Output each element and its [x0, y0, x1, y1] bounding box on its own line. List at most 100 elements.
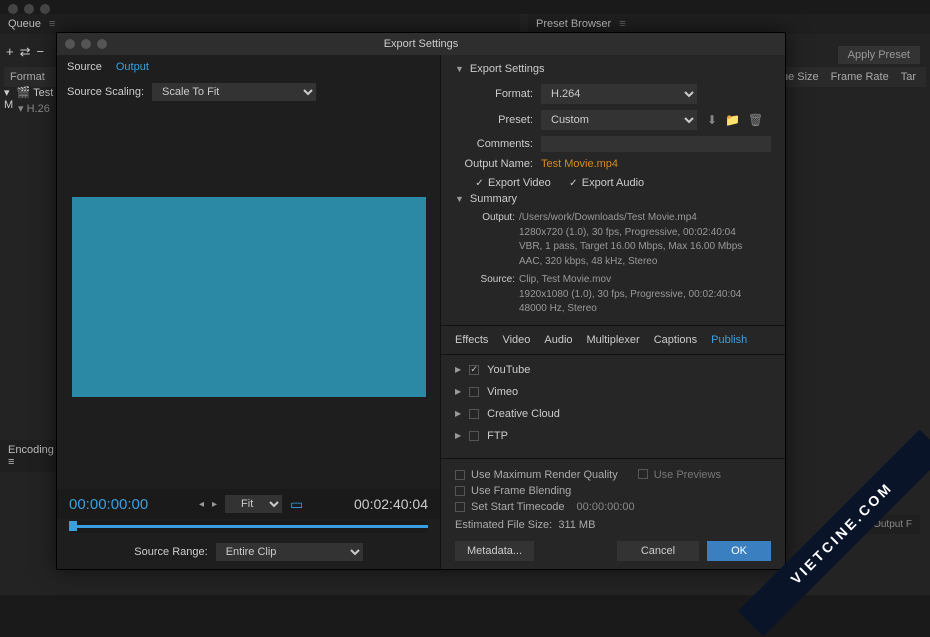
add-output-icon[interactable]: ⇄: [20, 44, 31, 60]
publish-vimeo[interactable]: ▶ Vimeo: [455, 381, 771, 403]
metadata-button[interactable]: Metadata...: [455, 541, 534, 561]
export-settings-header[interactable]: ▼ Export Settings: [455, 63, 771, 81]
remove-icon[interactable]: −: [37, 44, 45, 60]
apply-preset-button[interactable]: Apply Preset: [838, 46, 920, 64]
source-range-select[interactable]: Entire Clip: [216, 543, 363, 561]
queue-panel-header: Queue ≡: [0, 14, 520, 34]
export-video-checkbox[interactable]: ✓Export Video: [475, 177, 551, 189]
checkbox[interactable]: [469, 409, 479, 419]
export-video-label: Export Video: [488, 177, 551, 189]
comments-input[interactable]: [541, 136, 771, 152]
source-scaling-select[interactable]: Scale To Fit: [152, 83, 316, 101]
disclosure-icon: ▶: [455, 387, 461, 396]
estimated-size-label: Estimated File Size:: [455, 519, 552, 531]
prev-frame-icon[interactable]: ◂: [199, 499, 204, 510]
publish-ftp[interactable]: ▶ FTP: [455, 425, 771, 447]
preset-select[interactable]: Custom: [541, 110, 697, 130]
dialog-title: Export Settings: [384, 38, 459, 50]
col-frame-rate: Frame Rate: [831, 71, 889, 83]
estimated-size-value: 311 MB: [558, 519, 595, 531]
disclosure-icon: ▼: [455, 194, 464, 204]
menu-icon[interactable]: ≡: [49, 18, 55, 30]
source-range-label: Source Range:: [134, 546, 207, 558]
publish-label: FTP: [487, 430, 508, 442]
dialog-titlebar: Export Settings: [57, 33, 785, 55]
tab-publish[interactable]: Publish: [711, 334, 747, 346]
dialog-footer: Use Maximum Render Quality Use Previews …: [441, 458, 785, 569]
preset-browser-header: Preset Browser ≡: [528, 14, 930, 34]
summary-source-clip: Clip, Test Movie.mov: [519, 274, 611, 285]
output-file-column: Output F: [865, 515, 920, 534]
tab-source[interactable]: Source: [67, 61, 102, 73]
crop-icon[interactable]: ▭: [290, 496, 303, 513]
disclosure-icon: ▶: [455, 409, 461, 418]
window-controls: [8, 4, 50, 14]
queue-title: Queue: [8, 18, 41, 30]
publish-youtube[interactable]: ▶✓YouTube: [455, 359, 771, 381]
export-audio-checkbox[interactable]: ✓Export Audio: [569, 177, 644, 189]
summary-source-label: Source:: [475, 273, 515, 288]
max-render-checkbox[interactable]: [455, 470, 465, 480]
queue-output-row[interactable]: ▾ H.26: [18, 102, 60, 115]
out-timecode: 00:02:40:04: [354, 496, 428, 512]
publish-creative-cloud[interactable]: ▶Creative Cloud: [455, 403, 771, 425]
delete-preset-icon[interactable]: 🗑: [748, 113, 763, 127]
timeline[interactable]: [69, 521, 428, 533]
tab-audio[interactable]: Audio: [544, 334, 572, 346]
publish-list: ▶✓YouTube ▶Vimeo ▶Creative Cloud ▶FTP: [441, 355, 785, 459]
save-preset-icon[interactable]: ⬇: [707, 113, 717, 127]
in-timecode[interactable]: 00:00:00:00: [69, 496, 148, 513]
col-target: Tar: [901, 71, 916, 83]
comments-label: Comments:: [455, 138, 533, 150]
checkbox[interactable]: ✓: [469, 365, 479, 375]
timecode-row: 00:00:00:00 ◂ ▸ Fit ▭ 00:02:40:04: [57, 489, 440, 519]
use-previews-label: Use Previews: [654, 469, 721, 481]
disclosure-icon: ▶: [455, 431, 461, 440]
source-scaling-row: Source Scaling: Scale To Fit: [57, 79, 440, 105]
export-settings-dialog: Export Settings Source Output Source Sca…: [56, 32, 786, 570]
tab-output[interactable]: Output: [116, 61, 149, 73]
summary-output-video: 1280x720 (1.0), 30 fps, Progressive, 00:…: [519, 227, 736, 238]
output-dropdown-icon[interactable]: ▾: [18, 103, 24, 115]
disclosure-icon[interactable]: ▾: [4, 87, 10, 99]
tab-multiplexer[interactable]: Multiplexer: [587, 334, 640, 346]
next-frame-icon[interactable]: ▸: [212, 499, 217, 510]
checkbox[interactable]: [469, 387, 479, 397]
start-timecode-checkbox[interactable]: [455, 502, 465, 512]
tab-effects[interactable]: Effects: [455, 334, 488, 346]
publish-label: Vimeo: [487, 386, 518, 398]
dialog-window-controls[interactable]: [65, 39, 107, 49]
max-render-label: Use Maximum Render Quality: [471, 469, 618, 481]
preview-tabs: Source Output: [57, 55, 440, 79]
tab-video[interactable]: Video: [502, 334, 530, 346]
export-audio-label: Export Audio: [582, 177, 644, 189]
summary-header[interactable]: ▼ Summary: [455, 193, 771, 211]
playhead-icon[interactable]: [69, 521, 77, 531]
start-timecode-value[interactable]: 00:00:00:00: [577, 501, 635, 513]
menu-icon[interactable]: ≡: [8, 456, 14, 468]
settings-tabs: Effects Video Audio Multiplexer Captions…: [441, 325, 785, 355]
add-source-icon[interactable]: +: [6, 44, 14, 60]
format-select[interactable]: H.264: [541, 84, 697, 104]
disclosure-icon: ▶: [455, 365, 461, 374]
use-previews-checkbox[interactable]: [638, 469, 648, 479]
encoding-panel-header: Encoding ≡: [0, 440, 60, 472]
summary-output-audio: AAC, 320 kbps, 48 kHz, Stereo: [519, 256, 657, 267]
start-timecode-label: Set Start Timecode: [471, 501, 565, 513]
zoom-select[interactable]: Fit: [225, 495, 282, 513]
cancel-button[interactable]: Cancel: [617, 541, 699, 561]
ok-button[interactable]: OK: [707, 541, 771, 561]
checkbox[interactable]: [469, 431, 479, 441]
menu-icon[interactable]: ≡: [619, 18, 625, 30]
tab-captions[interactable]: Captions: [654, 334, 697, 346]
output-name-label: Output Name:: [455, 158, 533, 170]
summary-output-path: /Users/work/Downloads/Test Movie.mp4: [519, 212, 697, 223]
settings-panel: ▼ Export Settings Format: H.264 Preset: …: [441, 55, 785, 569]
preset-browser-title: Preset Browser: [536, 18, 611, 30]
import-preset-icon[interactable]: 📁: [725, 113, 740, 127]
frame-blending-checkbox[interactable]: [455, 486, 465, 496]
output-name-link[interactable]: Test Movie.mp4: [541, 158, 618, 170]
summary-body: Output:/Users/work/Downloads/Test Movie.…: [455, 211, 771, 317]
disclosure-icon: ▼: [455, 64, 464, 74]
preview-canvas: [57, 105, 440, 489]
